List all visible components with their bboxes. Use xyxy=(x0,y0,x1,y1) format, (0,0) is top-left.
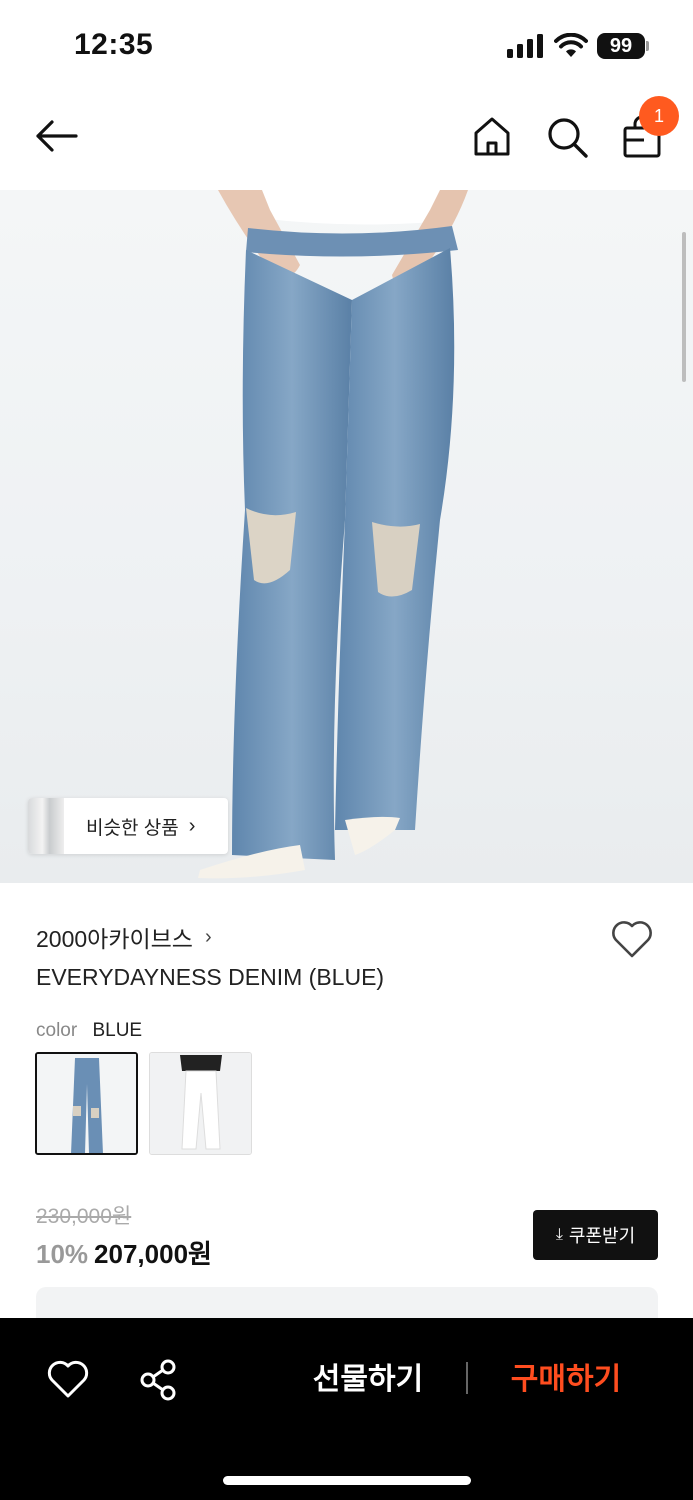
brand-link[interactable]: 2000아카이브스 › xyxy=(36,920,212,954)
download-icon: ⤓ xyxy=(555,1226,563,1243)
bottom-action-bar: 선물하기 구매하기 xyxy=(0,1318,693,1500)
color-row: color BLUE xyxy=(36,1020,142,1042)
cart-count-badge: 1 xyxy=(639,96,679,136)
gift-button[interactable]: 선물하기 xyxy=(300,1358,436,1402)
final-price: 207,000원 xyxy=(94,1239,212,1269)
product-name: EVERYDAYNESS DENIM (BLUE) xyxy=(36,964,385,990)
swatch-white-thumbnail xyxy=(150,1053,251,1154)
image-scrollbar[interactable] xyxy=(682,232,686,382)
chevron-right-icon: › xyxy=(188,814,196,837)
search-icon[interactable] xyxy=(544,114,590,160)
share-icon[interactable] xyxy=(138,1358,180,1402)
original-price: 230,000원 xyxy=(36,1205,132,1228)
similar-products-thumbnail xyxy=(28,798,64,854)
heart-icon[interactable] xyxy=(610,918,654,960)
discount-rate: 10% xyxy=(36,1239,89,1269)
jeans-photo-illustration xyxy=(198,190,468,879)
heart-icon[interactable] xyxy=(46,1360,90,1400)
coupon-label: 쿠폰받기 xyxy=(568,1226,636,1246)
color-swatch-white[interactable] xyxy=(149,1052,252,1155)
home-indicator[interactable] xyxy=(223,1476,471,1485)
wifi-icon xyxy=(554,33,588,57)
battery-indicator: 99 xyxy=(597,33,645,59)
color-swatch-blue[interactable] xyxy=(35,1052,138,1155)
chevron-right-icon: › xyxy=(204,925,212,948)
status-bar: 12:35 99 xyxy=(0,0,693,90)
back-arrow-icon[interactable] xyxy=(30,116,82,156)
coupon-button[interactable]: ⤓ 쿠폰받기 xyxy=(533,1210,658,1260)
brand-name: 2000아카이브스 xyxy=(36,926,193,952)
color-value: BLUE xyxy=(92,1020,143,1041)
battery-nub xyxy=(646,41,649,51)
buy-button[interactable]: 구매하기 xyxy=(498,1358,634,1402)
bottom-bar-divider xyxy=(466,1362,468,1394)
product-image[interactable] xyxy=(0,190,693,883)
home-icon[interactable] xyxy=(470,114,514,158)
status-time: 12:35 xyxy=(74,28,154,61)
color-label: color xyxy=(36,1020,78,1041)
price-row: 10% 207,000원 xyxy=(36,1234,212,1271)
similar-products-label: 비슷한 상품 xyxy=(86,817,179,839)
swatch-blue-thumbnail xyxy=(37,1054,136,1153)
similar-products-button[interactable]: 비슷한 상품 › xyxy=(28,798,228,854)
cellular-signal-icon xyxy=(507,34,543,58)
nav-header xyxy=(0,90,693,190)
